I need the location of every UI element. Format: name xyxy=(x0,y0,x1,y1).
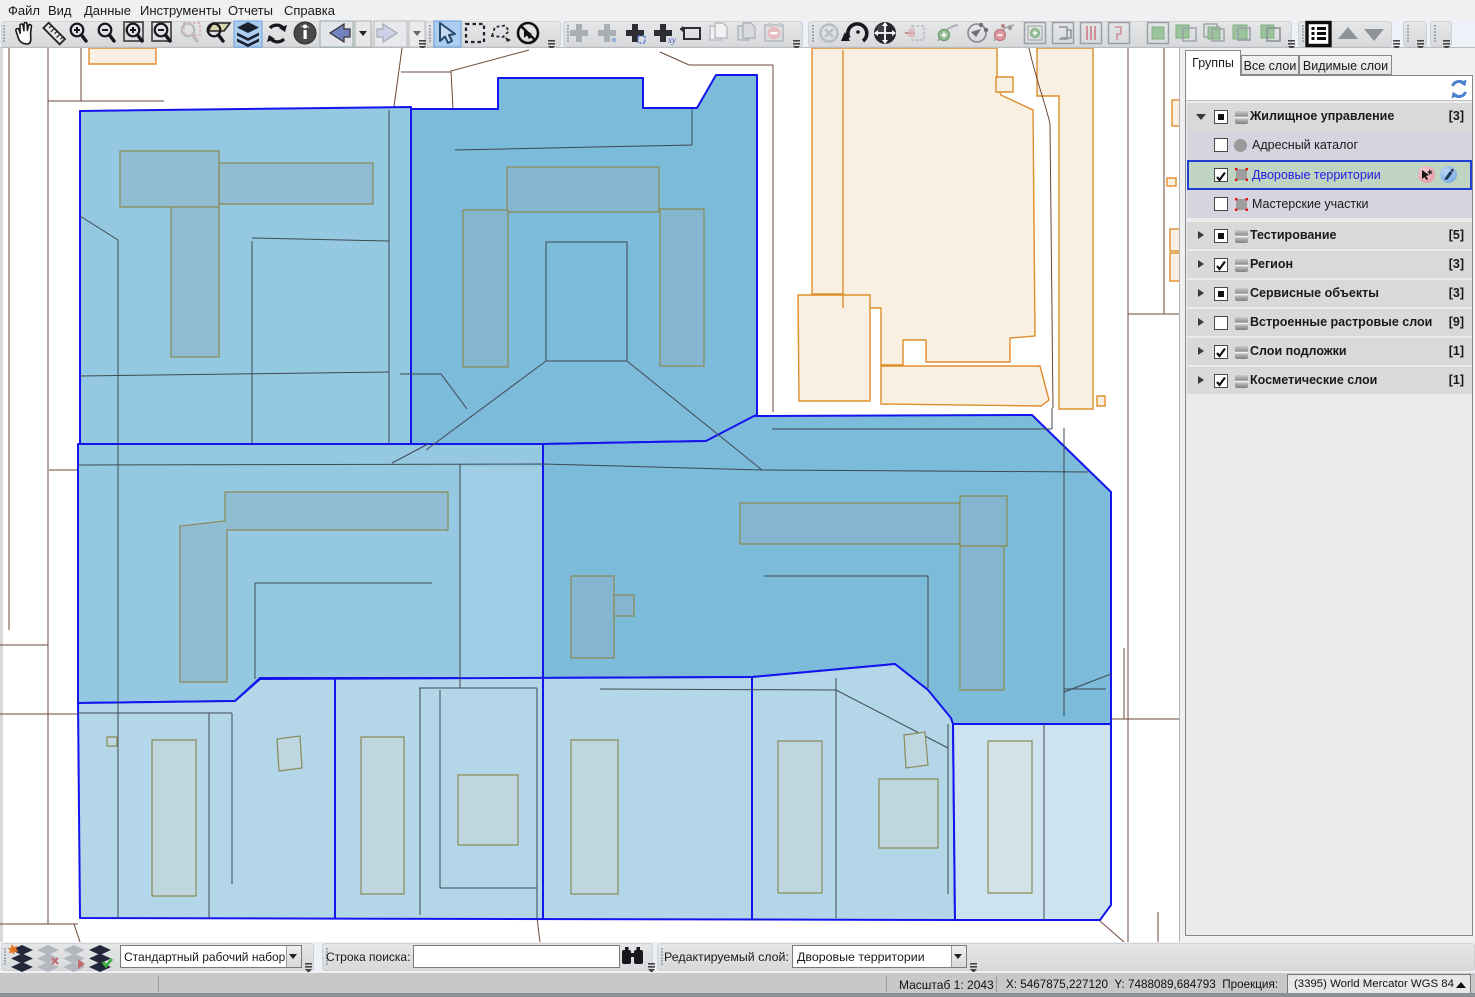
svg-text:xy: xy xyxy=(667,35,676,45)
